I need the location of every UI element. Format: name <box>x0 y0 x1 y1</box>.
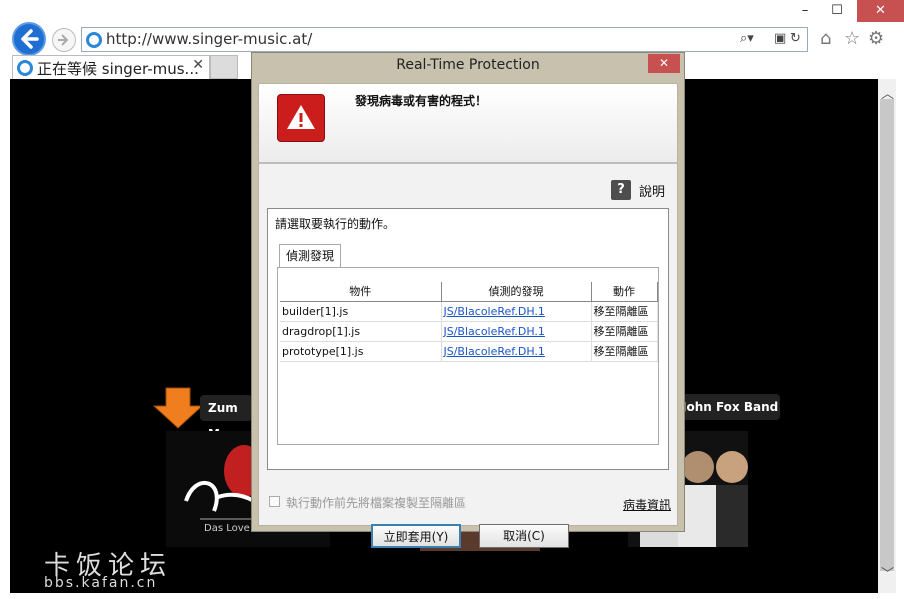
minimize-button[interactable]: – <box>790 0 820 22</box>
tab-current[interactable]: 正在等候 singer-mus... ✕ <box>12 55 210 79</box>
vertical-scrollbar[interactable]: ︿ ﹀ <box>878 79 896 593</box>
threat-found-message: 發現病毒或有害的程式！ <box>355 94 488 108</box>
home-icon[interactable]: ⌂ <box>820 28 831 49</box>
dialog-header: 發現病毒或有害的程式！ <box>259 84 677 164</box>
help-label[interactable]: 說明 <box>639 181 665 200</box>
cell-detection-link[interactable]: JS/BlacoleRef.DH.1 <box>441 301 592 322</box>
back-button[interactable] <box>12 22 46 56</box>
back-arrow-icon <box>21 29 39 49</box>
column-detection[interactable]: 偵測的發現 <box>441 282 592 302</box>
help-question-icon[interactable]: ? <box>611 180 631 200</box>
forward-arrow-icon <box>58 34 69 46</box>
table-header-row: 物件 偵測的發現 動作 <box>280 282 658 302</box>
compat-view-icon[interactable]: ▣ <box>774 31 786 46</box>
dialog-body: 發現病毒或有害的程式！ ? 說明 請選取要執行的動作。 偵測發現 物件 偵測的發… <box>258 83 678 548</box>
title-bar: – ☐ ✕ <box>0 0 904 22</box>
favorites-star-icon[interactable]: ☆ <box>844 28 860 49</box>
search-icon[interactable]: ⌕▾ <box>740 31 754 46</box>
apply-now-button[interactable]: 立即套用(Y) <box>371 524 461 548</box>
cancel-button[interactable]: 取消(C) <box>479 524 569 548</box>
column-action[interactable]: 動作 <box>591 282 658 302</box>
table-row[interactable]: builder[1].js JS/BlacoleRef.DH.1 移至隔離區 <box>280 301 658 322</box>
detections-table-box: 物件 偵測的發現 動作 builder[1].js JS/BlacoleRef.… <box>277 267 659 445</box>
cell-action[interactable]: 移至隔離區 <box>591 301 658 322</box>
tools-gear-icon[interactable]: ⚙ <box>868 28 884 49</box>
table-row[interactable]: dragdrop[1].js JS/BlacoleRef.DH.1 移至隔離區 <box>280 321 658 342</box>
zum-musik-button[interactable]: Zum Mu <box>200 395 252 441</box>
cell-object: dragdrop[1].js <box>280 321 442 342</box>
tab-detections[interactable]: 偵測發現 <box>279 244 342 268</box>
copy-to-quarantine-label: 執行動作前先將檔案複製至隔離區 <box>286 496 467 510</box>
new-tab-button[interactable] <box>210 55 238 79</box>
column-object[interactable]: 物件 <box>280 282 442 302</box>
warning-icon <box>277 94 325 142</box>
dialog-title: Real-Time Protection <box>396 57 540 73</box>
ie-logo-icon <box>86 32 102 48</box>
real-time-protection-dialog: Real-Time Protection ✕ 發現病毒或有害的程式！ ? 說明 … <box>251 52 685 548</box>
dialog-close-button[interactable]: ✕ <box>648 54 680 73</box>
tab-title: 正在等候 singer-mus... <box>37 60 199 78</box>
table-row[interactable]: prototype[1].js JS/BlacoleRef.DH.1 移至隔離區 <box>280 341 658 362</box>
url-text[interactable]: http://www.singer-music.at/ <box>106 30 312 48</box>
tab-ie-icon <box>17 60 33 76</box>
close-window-button[interactable]: ✕ <box>857 0 904 22</box>
john-fox-band-button[interactable]: John Fox Band <box>674 394 780 420</box>
refresh-icon[interactable]: ↻ <box>790 31 801 46</box>
forward-button[interactable] <box>52 28 76 52</box>
action-prompt: 請選取要執行的動作。 <box>275 217 396 231</box>
copy-to-quarantine-checkbox[interactable] <box>269 496 280 507</box>
orange-arrow-icon <box>152 387 204 429</box>
detections-table: 物件 偵測的發現 動作 builder[1].js JS/BlacoleRef.… <box>280 282 658 362</box>
virus-info-link[interactable]: 病毒資訊 <box>623 496 671 513</box>
scroll-down-icon[interactable]: ﹀ <box>881 563 894 582</box>
watermark-url: bbs.kafan.cn <box>44 575 158 591</box>
cell-action[interactable]: 移至隔離區 <box>591 321 658 342</box>
cell-action[interactable]: 移至隔離區 <box>591 341 658 362</box>
address-bar[interactable]: http://www.singer-music.at/ ⌕▾ ▣ ↻ <box>81 27 808 52</box>
cell-object: prototype[1].js <box>280 341 442 362</box>
action-panel: 請選取要執行的動作。 偵測發現 物件 偵測的發現 動作 builder[1].j… <box>267 208 669 470</box>
cell-object: builder[1].js <box>280 301 442 322</box>
scroll-thumb[interactable] <box>880 99 894 571</box>
cell-detection-link[interactable]: JS/BlacoleRef.DH.1 <box>441 341 592 362</box>
cell-detection-link[interactable]: JS/BlacoleRef.DH.1 <box>441 321 592 342</box>
tab-close-icon[interactable]: ✕ <box>192 57 204 73</box>
navigation-bar: http://www.singer-music.at/ ⌕▾ ▣ ↻ ⌂ ☆ ⚙ <box>0 20 904 56</box>
maximize-button[interactable]: ☐ <box>822 0 852 22</box>
